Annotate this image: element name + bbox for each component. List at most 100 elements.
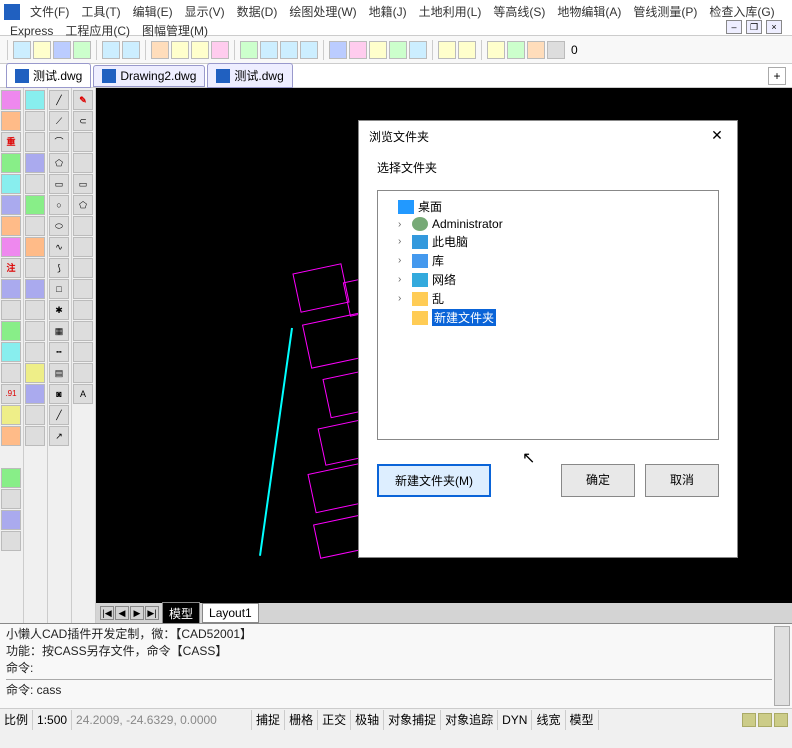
menu-check[interactable]: 检查入库(G) xyxy=(703,2,780,21)
scrollbar[interactable] xyxy=(774,626,790,706)
shape-icon[interactable]: ⬠ xyxy=(73,195,93,215)
square-icon[interactable] xyxy=(547,41,565,59)
command-window[interactable]: 小懒人CAD插件开发定制，微：【CAD52001】 功能：按CASS另存文件，命… xyxy=(0,623,792,708)
layout-next-button[interactable]: ▶ xyxy=(130,606,144,620)
tree-admin[interactable]: › Administrator xyxy=(396,216,714,232)
measure-icon[interactable]: ╍ xyxy=(49,342,69,362)
layer-icon[interactable] xyxy=(329,41,347,59)
pencil-icon[interactable]: ✎ xyxy=(73,90,93,110)
tool-icon[interactable] xyxy=(25,321,45,341)
tree-thispc[interactable]: › 此电脑 xyxy=(396,232,714,251)
tool-icon[interactable] xyxy=(25,426,45,446)
menu-express[interactable]: Express xyxy=(4,23,59,39)
layers2-icon[interactable] xyxy=(458,41,476,59)
grid-icon[interactable]: ▤ xyxy=(49,363,69,383)
restore-button[interactable]: ❐ xyxy=(746,20,762,34)
bulb2-icon[interactable] xyxy=(507,41,525,59)
polygon-icon[interactable]: ⬠ xyxy=(49,153,69,173)
tree-newfolder[interactable]: 新建文件夹 xyxy=(396,308,714,327)
paste-icon[interactable] xyxy=(191,41,209,59)
tool-icon[interactable] xyxy=(73,153,93,173)
minimize-button[interactable]: – xyxy=(726,20,742,34)
menu-file[interactable]: 文件(F) xyxy=(24,2,75,21)
save-icon[interactable] xyxy=(53,41,71,59)
square-icon[interactable]: □ xyxy=(49,279,69,299)
tool-icon[interactable] xyxy=(25,216,45,236)
lock-icon[interactable] xyxy=(758,713,772,727)
ray-icon[interactable]: ↗ xyxy=(49,426,69,446)
tool-icon[interactable] xyxy=(25,300,45,320)
cmd-input-line[interactable]: 命令: cass xyxy=(6,679,772,699)
tool-icon[interactable] xyxy=(25,132,45,152)
close-icon[interactable]: ✕ xyxy=(707,126,727,146)
layout1-tab[interactable]: Layout1 xyxy=(202,603,259,623)
expand-icon[interactable]: › xyxy=(398,274,408,285)
tool-icon[interactable] xyxy=(1,153,21,173)
table-icon[interactable] xyxy=(389,41,407,59)
tool-icon[interactable] xyxy=(25,258,45,278)
saveall-icon[interactable] xyxy=(73,41,91,59)
dim-icon[interactable]: ╱ xyxy=(49,405,69,425)
tool-icon[interactable] xyxy=(1,426,21,446)
tool-icon[interactable] xyxy=(73,279,93,299)
tool-icon[interactable] xyxy=(1,342,21,362)
tool-icon[interactable] xyxy=(25,174,45,194)
menu-landuse[interactable]: 土地利用(L) xyxy=(413,2,488,21)
status-grid[interactable]: 栅格 xyxy=(285,710,318,730)
menu-draw[interactable]: 绘图处理(W) xyxy=(283,2,362,21)
tool-icon[interactable] xyxy=(73,300,93,320)
menu-tools[interactable]: 工具(T) xyxy=(75,2,126,21)
layout-first-button[interactable]: |◀ xyxy=(100,606,114,620)
tool-icon[interactable] xyxy=(25,90,45,110)
menu-sheet[interactable]: 图幅管理(M) xyxy=(136,21,214,40)
status-icon[interactable] xyxy=(774,713,788,727)
tab-1[interactable]: Drawing2.dwg xyxy=(93,65,205,87)
status-snap[interactable]: 捕捉 xyxy=(252,710,285,730)
tool-icon[interactable] xyxy=(73,321,93,341)
tool-icon[interactable] xyxy=(25,195,45,215)
circle-icon[interactable]: ○ xyxy=(49,195,69,215)
expand-icon[interactable]: › xyxy=(398,236,408,247)
tool-icon[interactable] xyxy=(25,279,45,299)
pline-icon[interactable]: ⟋ xyxy=(49,111,69,131)
status-dyn[interactable]: DYN xyxy=(498,710,532,730)
tool-icon[interactable] xyxy=(25,384,45,404)
tree-net[interactable]: › 网络 xyxy=(396,270,714,289)
zoomwin-icon[interactable] xyxy=(300,41,318,59)
menu-engineering[interactable]: 工程应用(C) xyxy=(59,21,136,40)
tool-icon[interactable] xyxy=(1,300,21,320)
add-tab-button[interactable]: + xyxy=(768,67,786,85)
tool-icon[interactable] xyxy=(1,216,21,236)
status-lineweight[interactable]: 线宽 xyxy=(532,710,565,730)
line-icon[interactable]: ╱ xyxy=(49,90,69,110)
tool-icon[interactable] xyxy=(1,489,21,509)
folder-tree[interactable]: 桌面 › Administrator › 此电脑 › 库 › 网络 › 乱 xyxy=(377,190,719,440)
star-icon[interactable]: ✱ xyxy=(49,300,69,320)
status-otrack[interactable]: 对象追踪 xyxy=(441,710,498,730)
tool-icon[interactable] xyxy=(1,468,21,488)
block-icon[interactable] xyxy=(409,41,427,59)
props-icon[interactable] xyxy=(349,41,367,59)
c-icon[interactable]: ⊂ xyxy=(73,111,93,131)
menu-cadastre[interactable]: 地籍(J) xyxy=(363,2,413,21)
undo-icon[interactable] xyxy=(102,41,120,59)
new-icon[interactable] xyxy=(13,41,31,59)
tool-icon[interactable] xyxy=(1,405,21,425)
tool-icon[interactable] xyxy=(73,342,93,362)
redo-icon[interactable] xyxy=(122,41,140,59)
zoomext-icon[interactable] xyxy=(280,41,298,59)
tree-desktop[interactable]: 桌面 xyxy=(382,197,714,216)
text-a-icon[interactable]: A xyxy=(73,384,93,404)
status-model[interactable]: 模型 xyxy=(566,710,599,730)
zoom-icon[interactable] xyxy=(260,41,278,59)
menu-view[interactable]: 显示(V) xyxy=(179,2,231,21)
tool-icon[interactable] xyxy=(1,111,21,131)
cut-icon[interactable] xyxy=(151,41,169,59)
tool-icon[interactable] xyxy=(1,174,21,194)
tool-icon[interactable] xyxy=(25,363,45,383)
tool-icon[interactable] xyxy=(73,237,93,257)
tool-icon[interactable] xyxy=(1,237,21,257)
tool-icon[interactable] xyxy=(73,363,93,383)
menu-data[interactable]: 数据(D) xyxy=(231,2,284,21)
tool-icon[interactable] xyxy=(1,279,21,299)
